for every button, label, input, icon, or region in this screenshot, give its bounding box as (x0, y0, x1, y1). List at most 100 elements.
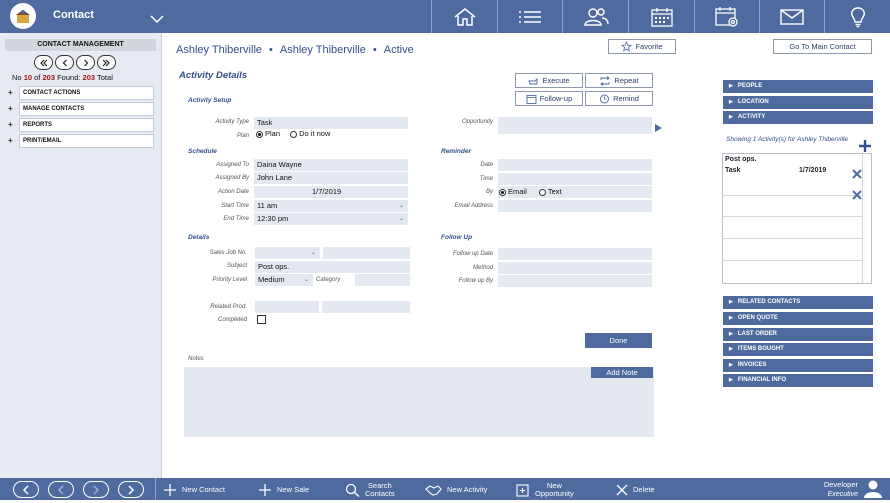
menu-manage-contacts[interactable]: + MANAGE CONTACTS (8, 102, 156, 116)
follow-up-by-field[interactable] (498, 275, 652, 287)
dropdown-arrow-icon: ⌄ (398, 203, 404, 209)
chevron-down-icon[interactable] (150, 11, 164, 29)
right-menu-last-order[interactable]: ▶ LAST ORDER (723, 328, 873, 341)
action-date-field[interactable]: 1/7/2019 (254, 186, 408, 198)
right-menu-people[interactable]: ▶ PEOPLE (723, 80, 873, 93)
end-time-select[interactable]: 12:30 pm ⌄ (254, 213, 408, 225)
follow-up-method-field[interactable] (498, 262, 652, 274)
menu-contact-actions[interactable]: + CONTACT ACTIONS (8, 86, 156, 100)
calendar-icon (526, 94, 537, 104)
breadcrumb-status: Active (383, 44, 414, 56)
list-item-empty (723, 218, 862, 239)
subject-field[interactable]: Post ops. (255, 261, 410, 273)
email-address-field[interactable] (498, 200, 652, 212)
last-record-nav-button[interactable] (118, 481, 144, 498)
assigned-by-field[interactable]: John Lane (254, 172, 408, 184)
breadcrumb-contact[interactable]: Ashley Thiberville (176, 44, 262, 56)
assigned-to-field[interactable]: Daina Wayne (254, 159, 408, 171)
right-menu-items-bought[interactable]: ▶ ITEMS BOUGHT (723, 343, 873, 356)
delete-x-icon[interactable] (852, 166, 862, 184)
assigned-to-label: Assigned To (216, 162, 249, 168)
toolbar-divider (155, 478, 156, 500)
schedule-heading: Schedule (188, 148, 217, 155)
first-record-button[interactable] (34, 55, 53, 70)
repeat-button[interactable]: Repeat (585, 73, 653, 88)
list-item-empty (723, 196, 862, 217)
reminder-date-field[interactable] (498, 159, 652, 171)
favorite-button[interactable]: Favorite (608, 39, 676, 54)
breadcrumb-name[interactable]: Ashley Thiberville (280, 44, 366, 56)
delete-button[interactable]: Delete (616, 481, 655, 498)
lightbulb-icon[interactable] (824, 0, 890, 33)
menu-reports[interactable]: + REPORTS (8, 118, 156, 132)
search-contacts-button[interactable]: Search Contacts (345, 481, 395, 498)
activity-setup-heading: Activity Setup (188, 97, 232, 104)
completed-label: Completed (217, 317, 247, 323)
remind-button[interactable]: Remind (585, 91, 653, 106)
text-radio[interactable]: Text (538, 187, 562, 196)
follow-up-button[interactable]: Follow-up (515, 91, 583, 106)
activity-count-caption: Showing 1 Activity(s) for Ashley Thiberv… (726, 136, 848, 143)
calendar-settings-icon[interactable] (694, 0, 759, 33)
follow-up-date-field[interactable] (498, 248, 652, 260)
execute-button[interactable]: Execute (515, 73, 583, 88)
calendar-icon[interactable] (628, 0, 694, 33)
dropdown-arrow-icon: ⌄ (310, 250, 316, 256)
do-it-now-radio[interactable]: Do it now (290, 129, 330, 138)
breadcrumb: Ashley Thiberville • Ashley Thiberville • Ac… (176, 44, 414, 56)
plan-radio[interactable]: Plan (256, 129, 280, 138)
start-time-select[interactable]: 11 am ⌄ (254, 200, 408, 212)
activity-type-field[interactable]: Task (254, 117, 408, 129)
related-prod-label: Related Prod. (210, 304, 247, 310)
sales-job-select[interactable]: ⌄ (255, 247, 320, 259)
end-time-label: End Time (223, 216, 249, 222)
right-menu-open-quote[interactable]: ▶ OPEN QUOTE (723, 312, 873, 325)
reminder-time-field[interactable] (498, 173, 652, 185)
reminder-by-radio-group: Email Text (498, 186, 652, 198)
next-nav-button[interactable] (83, 481, 109, 498)
next-record-button[interactable] (76, 55, 95, 70)
new-opportunity-button[interactable]: New Opportunity (516, 481, 574, 498)
email-radio[interactable]: Email (499, 187, 527, 196)
activity-list: Post ops. Task 1/7/2019 (722, 153, 872, 284)
new-document-icon (516, 483, 529, 497)
done-button[interactable]: Done (585, 333, 652, 348)
page-title: Activity Details (179, 70, 248, 81)
sales-job-description-field[interactable] (323, 247, 410, 259)
previous-nav-button[interactable] (48, 481, 74, 498)
app-logo-icon[interactable] (10, 3, 36, 29)
right-menu-invoices[interactable]: ▶ INVOICES (723, 359, 873, 372)
completed-checkbox[interactable] (257, 315, 266, 324)
activity-list-scrollbar[interactable] (862, 154, 872, 283)
opportunity-field[interactable] (498, 117, 652, 134)
category-field[interactable] (355, 274, 410, 286)
right-menu-related-contacts[interactable]: ▶ RELATED CONTACTS (723, 296, 873, 309)
priority-level-select[interactable]: Medium ⌄ (255, 274, 313, 286)
add-note-button[interactable]: Add Note (591, 367, 653, 378)
star-icon (621, 41, 633, 52)
follow-up-method-label: Method (472, 265, 493, 271)
people-icon[interactable] (562, 0, 628, 33)
mail-icon[interactable] (759, 0, 824, 33)
related-prod-code-field[interactable] (255, 301, 319, 313)
list-item[interactable]: Post ops. Task 1/7/2019 (723, 154, 862, 196)
subject-label: Subject (226, 263, 247, 269)
new-sale-button[interactable]: New Sale (258, 481, 309, 498)
search-icon (345, 483, 360, 497)
new-contact-button[interactable]: New Contact (163, 481, 225, 498)
right-menu-financial-info[interactable]: ▶ FINANCIAL INFO (723, 374, 873, 387)
previous-record-button[interactable] (55, 55, 74, 70)
last-record-button[interactable] (97, 55, 116, 70)
home-icon[interactable] (431, 0, 497, 33)
alarm-clock-icon (600, 94, 610, 104)
right-menu-location[interactable]: ▶ LOCATION (723, 96, 873, 109)
list-icon[interactable] (497, 0, 562, 33)
right-menu-activity[interactable]: ▶ ACTIVITY (723, 111, 873, 124)
related-prod-name-field[interactable] (322, 301, 410, 313)
notes-textarea[interactable] (184, 367, 654, 437)
new-activity-button[interactable]: New Activity (425, 481, 487, 498)
menu-print-email[interactable]: + PRINT/EMAIL (8, 134, 156, 148)
first-record-nav-button[interactable] (13, 481, 39, 498)
go-to-main-contact-button[interactable]: Go To Main Contact (773, 39, 872, 54)
opportunity-arrow-icon[interactable] (655, 119, 662, 137)
